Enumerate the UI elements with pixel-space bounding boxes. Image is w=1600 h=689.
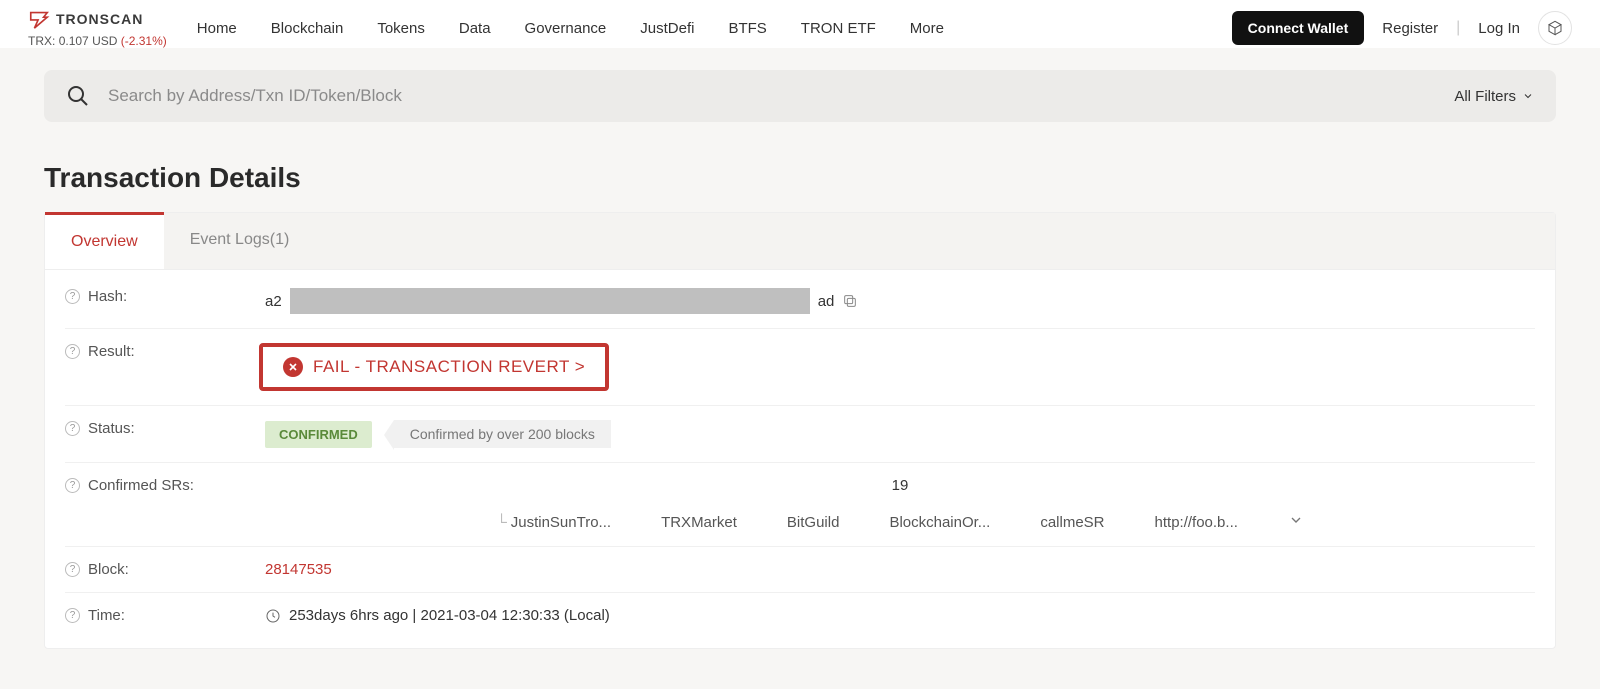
trx-price: TRX: 0.107 USD (-2.31%)	[28, 34, 167, 48]
row-hash: ? Hash: a2 ad	[65, 274, 1535, 329]
copy-icon[interactable]	[842, 293, 858, 309]
row-time: ? Time: 253days 6hrs ago | 2021-03-04 12…	[65, 593, 1535, 638]
nav-tron-etf[interactable]: TRON ETF	[801, 14, 876, 43]
search-input[interactable]	[108, 86, 1434, 106]
hash-redacted	[290, 288, 810, 314]
label-confirmed-srs: Confirmed SRs:	[88, 477, 194, 494]
sr-item[interactable]: BitGuild	[787, 514, 840, 531]
label-status: Status:	[88, 420, 135, 437]
search-icon	[66, 84, 90, 108]
row-block: ? Block: 28147535	[65, 547, 1535, 593]
chevron-down-icon	[1288, 512, 1304, 528]
logo[interactable]: TRONSCAN	[28, 8, 167, 30]
login-link[interactable]: Log In	[1478, 20, 1520, 37]
nav-home[interactable]: Home	[197, 14, 237, 43]
price-symbol: TRX:	[28, 34, 55, 48]
result-fail-box[interactable]: FAIL - TRANSACTION REVERT >	[259, 343, 609, 391]
block-link[interactable]: 28147535	[265, 561, 332, 578]
sr-count: 19	[892, 477, 909, 494]
fail-icon	[283, 357, 303, 377]
label-result: Result:	[88, 343, 135, 360]
overview-body: ? Hash: a2 ad ? Result:	[45, 270, 1555, 648]
sr-item[interactable]: http://foo.b...	[1155, 514, 1238, 531]
cube-icon	[1547, 20, 1563, 36]
help-icon[interactable]: ?	[65, 421, 80, 436]
label-time: Time:	[88, 607, 125, 624]
status-badge: CONFIRMED	[265, 421, 372, 448]
search-filter-toggle[interactable]: All Filters	[1434, 88, 1534, 105]
main-nav: Home Blockchain Tokens Data Governance J…	[197, 14, 1232, 43]
logo-block: TRONSCAN TRX: 0.107 USD (-2.31%)	[28, 8, 167, 48]
label-hash: Hash:	[88, 288, 127, 305]
row-status: ? Status: CONFIRMED Confirmed by over 20…	[65, 406, 1535, 463]
result-text: FAIL - TRANSACTION REVERT >	[313, 357, 585, 377]
nav-more[interactable]: More	[910, 14, 944, 43]
nav-blockchain[interactable]: Blockchain	[271, 14, 344, 43]
help-icon[interactable]: ?	[65, 608, 80, 623]
tree-icon: └	[496, 514, 507, 531]
brand-name: TRONSCAN	[56, 11, 143, 27]
time-text: 253days 6hrs ago | 2021-03-04 12:30:33 (…	[289, 607, 610, 624]
page-content: All Filters Transaction Details Overview…	[0, 48, 1600, 689]
top-header: TRONSCAN TRX: 0.107 USD (-2.31%) Home Bl…	[0, 0, 1600, 48]
help-icon[interactable]: ?	[65, 289, 80, 304]
nav-btfs[interactable]: BTFS	[728, 14, 766, 43]
hash-suffix: ad	[818, 293, 835, 310]
nav-data[interactable]: Data	[459, 14, 491, 43]
apps-button[interactable]	[1538, 11, 1572, 45]
tab-row: Overview Event Logs(1)	[45, 213, 1555, 270]
sr-item[interactable]: JustinSunTro...	[511, 514, 611, 531]
row-result: ? Result: FAIL - TRANSACTION REVERT >	[65, 329, 1535, 406]
sr-list: └JustinSunTro... TRXMarket BitGuild Bloc…	[496, 512, 1304, 532]
nav-governance[interactable]: Governance	[525, 14, 607, 43]
clock-icon	[265, 608, 281, 624]
details-panel: Overview Event Logs(1) ? Hash: a2 ad	[44, 212, 1556, 649]
nav-tokens[interactable]: Tokens	[377, 14, 425, 43]
register-link[interactable]: Register	[1382, 20, 1438, 37]
help-icon[interactable]: ?	[65, 478, 80, 493]
sr-item[interactable]: TRXMarket	[661, 514, 737, 531]
sr-expand-button[interactable]	[1288, 512, 1304, 532]
nav-justdefi[interactable]: JustDefi	[640, 14, 694, 43]
search-bar: All Filters	[44, 70, 1556, 122]
help-icon[interactable]: ?	[65, 562, 80, 577]
help-icon[interactable]: ?	[65, 344, 80, 359]
price-currency: USD	[92, 34, 117, 48]
sr-item[interactable]: callmeSR	[1040, 514, 1104, 531]
sr-item[interactable]: BlockchainOr...	[889, 514, 990, 531]
chevron-down-icon	[1522, 90, 1534, 102]
connect-wallet-button[interactable]: Connect Wallet	[1232, 11, 1365, 45]
header-actions: Connect Wallet Register | Log In	[1232, 11, 1572, 45]
hash-prefix: a2	[265, 293, 282, 310]
status-note: Confirmed by over 200 blocks	[394, 420, 611, 448]
page-title: Transaction Details	[44, 162, 1556, 194]
tab-overview[interactable]: Overview	[45, 212, 164, 269]
price-value: 0.107	[59, 34, 89, 48]
filter-label: All Filters	[1454, 88, 1516, 105]
price-change: (-2.31%)	[121, 34, 167, 48]
tronscan-logo-icon	[28, 8, 50, 30]
row-confirmed-srs: ? Confirmed SRs: 19 └JustinSunTro... TRX…	[65, 463, 1535, 547]
tab-event-logs[interactable]: Event Logs(1)	[164, 213, 316, 269]
auth-separator: |	[1456, 19, 1460, 37]
label-block: Block:	[88, 561, 129, 578]
